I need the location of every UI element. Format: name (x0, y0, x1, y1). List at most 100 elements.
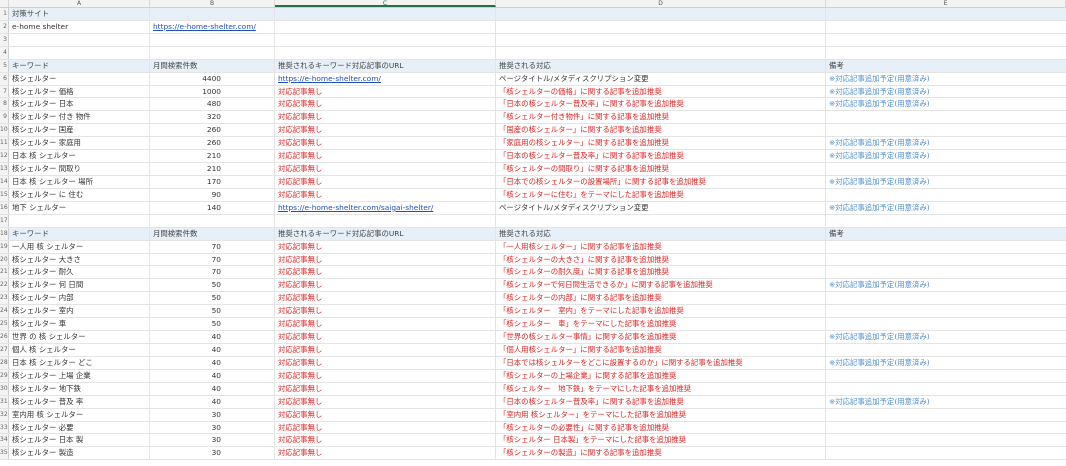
row-number[interactable]: 18 (0, 227, 9, 240)
cell-d[interactable]: ページタイトル/メタディスクリプション変更 (496, 72, 826, 85)
cell-b[interactable]: 210 (150, 150, 275, 163)
row-number[interactable]: 15 (0, 188, 9, 201)
cell-b[interactable]: 4400 (150, 72, 275, 85)
cell-e[interactable]: ※対応記事追加予定(用意済み) (826, 98, 1066, 110)
cell-e[interactable]: ※対応記事追加予定(用意済み) (826, 176, 1066, 188)
cell-d[interactable] (496, 8, 826, 20)
cell-a[interactable]: 核シェルター 耐久 (9, 266, 150, 279)
row-number[interactable]: 4 (0, 46, 9, 59)
cell-e[interactable] (826, 163, 1066, 175)
cell-d[interactable]: 「核シェルターの上場企業」に関する記事を追加推奨 (496, 369, 826, 382)
row-number[interactable]: 29 (0, 369, 9, 382)
cell-c[interactable] (275, 46, 496, 59)
cell-e[interactable]: ※対応記事追加予定(用意済み) (826, 73, 1066, 85)
cell-d[interactable] (496, 20, 826, 33)
column-header-b[interactable]: B (150, 0, 275, 7)
cell-c[interactable]: 対応記事無し (275, 447, 496, 460)
cell-b[interactable]: 40 (150, 356, 275, 369)
cell-c[interactable]: 対応記事無し (275, 305, 496, 318)
cell-d[interactable]: 「核シェルターの大きさ」に関する記事を追加推奨 (496, 253, 826, 266)
cell-d[interactable] (496, 46, 826, 59)
cell-b[interactable]: 320 (150, 111, 275, 124)
cell-a[interactable]: 核シェルター 日本 (9, 98, 150, 111)
row-number[interactable]: 7 (0, 85, 9, 98)
cell-a[interactable]: キーワード (9, 59, 150, 72)
cell-e[interactable] (826, 47, 1066, 59)
cell-c[interactable]: 対応記事無し (275, 188, 496, 201)
cell-b[interactable]: 30 (150, 447, 275, 460)
cell-b[interactable]: 50 (150, 318, 275, 331)
row-number[interactable]: 8 (0, 98, 9, 111)
cell-b[interactable]: 90 (150, 188, 275, 201)
cell-c[interactable] (275, 20, 496, 33)
row-number[interactable]: 6 (0, 72, 9, 85)
cell-c[interactable]: 対応記事無し (275, 421, 496, 434)
cell-a[interactable]: 核シェルター (9, 72, 150, 85)
cell-d[interactable] (496, 214, 826, 227)
cell-d[interactable]: 「核シェルターの必要性」に関する記事を追加推奨 (496, 421, 826, 434)
cell-b[interactable]: 30 (150, 434, 275, 447)
cell-a[interactable]: 核シェルター 何 日間 (9, 279, 150, 292)
row-number[interactable]: 17 (0, 214, 9, 227)
row-number[interactable]: 23 (0, 292, 9, 305)
cell-d[interactable] (496, 33, 826, 46)
cell-d[interactable]: 「個人用核シェルター」に関する記事を追加推奨 (496, 343, 826, 356)
cell-d[interactable]: 「核シェルター付き物件」に関する記事を追加推奨 (496, 111, 826, 124)
row-number[interactable]: 33 (0, 421, 9, 434)
cell-d[interactable]: 「核シェルターに住む」をテーマにした記事を追加推奨 (496, 188, 826, 201)
cell-e[interactable] (826, 447, 1066, 459)
cell-b[interactable]: 480 (150, 98, 275, 111)
cell-b[interactable] (150, 214, 275, 227)
cell-a[interactable]: 核シェルター 普及 率 (9, 395, 150, 408)
cell-b[interactable] (150, 46, 275, 59)
cell-b[interactable]: 1000 (150, 85, 275, 98)
cell-b[interactable] (150, 8, 275, 20)
cell-a[interactable]: 核シェルター 日本 製 (9, 434, 150, 447)
cell-c[interactable]: https://e-home-shelter.com/saigai-shelte… (275, 201, 496, 214)
cell-c[interactable]: 対応記事無し (275, 279, 496, 292)
cell-d[interactable]: 「日本での核シェルターの設置場所」に関する記事を追加推奨 (496, 175, 826, 188)
cell-c[interactable]: 対応記事無し (275, 318, 496, 331)
row-number[interactable]: 27 (0, 343, 9, 356)
cell-d[interactable]: 「核シェルターの内部」に関する記事を追加推奨 (496, 292, 826, 305)
row-number[interactable]: 13 (0, 163, 9, 175)
row-number[interactable]: 14 (0, 175, 9, 188)
cell-a[interactable]: 核シェルター 家庭用 (9, 137, 150, 150)
cell-c[interactable]: 対応記事無し (275, 343, 496, 356)
cell-c[interactable]: 対応記事無し (275, 408, 496, 421)
cell-a[interactable]: 日本 核 シェルター 場所 (9, 175, 150, 188)
row-number[interactable]: 11 (0, 137, 9, 150)
cell-b[interactable]: 40 (150, 395, 275, 408)
cell-d[interactable]: 「核シェルターの間取り」に関する記事を追加推奨 (496, 163, 826, 175)
cell-b[interactable]: 50 (150, 279, 275, 292)
cell-e[interactable] (826, 124, 1066, 136)
row-number[interactable]: 9 (0, 111, 9, 124)
cell-e[interactable] (826, 383, 1066, 395)
cell-e[interactable] (826, 370, 1066, 382)
cell-d[interactable]: 「国産の核シェルター」に関する記事を追加推奨 (496, 124, 826, 137)
row-number[interactable]: 5 (0, 59, 9, 72)
cell-e[interactable] (826, 34, 1066, 46)
cell-a[interactable]: 核シェルター 必要 (9, 421, 150, 434)
cell-a[interactable]: 個人 核 シェルター (9, 343, 150, 356)
row-number[interactable]: 2 (0, 20, 9, 33)
cell-a[interactable]: 核シェルター 室内 (9, 305, 150, 318)
cell-b[interactable]: 月間検索件数 (150, 59, 275, 72)
cell-a[interactable]: 対策サイト (9, 8, 150, 20)
cell-d[interactable]: 推奨される対応 (496, 59, 826, 72)
cell-d[interactable]: 「世界の核シェルター事情」に関する記事を追加推奨 (496, 331, 826, 343)
cell-e[interactable] (826, 21, 1066, 33)
cell-d[interactable]: 「日本では核シェルターをどこに設置するのか」に関する記事を追加推奨 (496, 356, 826, 369)
cell-d[interactable]: 「核シェルターで何日間生活できるか」に関する記事を追加推奨 (496, 279, 826, 292)
cell-e[interactable] (826, 409, 1066, 421)
cell-c[interactable]: 対応記事無し (275, 382, 496, 395)
cell-c[interactable] (275, 33, 496, 46)
row-number[interactable]: 34 (0, 434, 9, 447)
row-number[interactable]: 12 (0, 150, 9, 163)
cell-a[interactable]: 室内用 核 シェルター (9, 408, 150, 421)
cell-b[interactable]: 40 (150, 331, 275, 343)
cell-c[interactable]: 対応記事無し (275, 292, 496, 305)
cell-c[interactable]: 対応記事無し (275, 331, 496, 343)
cell-d[interactable]: 「核シェルターの価格」に関する記事を追加推奨 (496, 85, 826, 98)
cell-c[interactable]: 対応記事無し (275, 253, 496, 266)
